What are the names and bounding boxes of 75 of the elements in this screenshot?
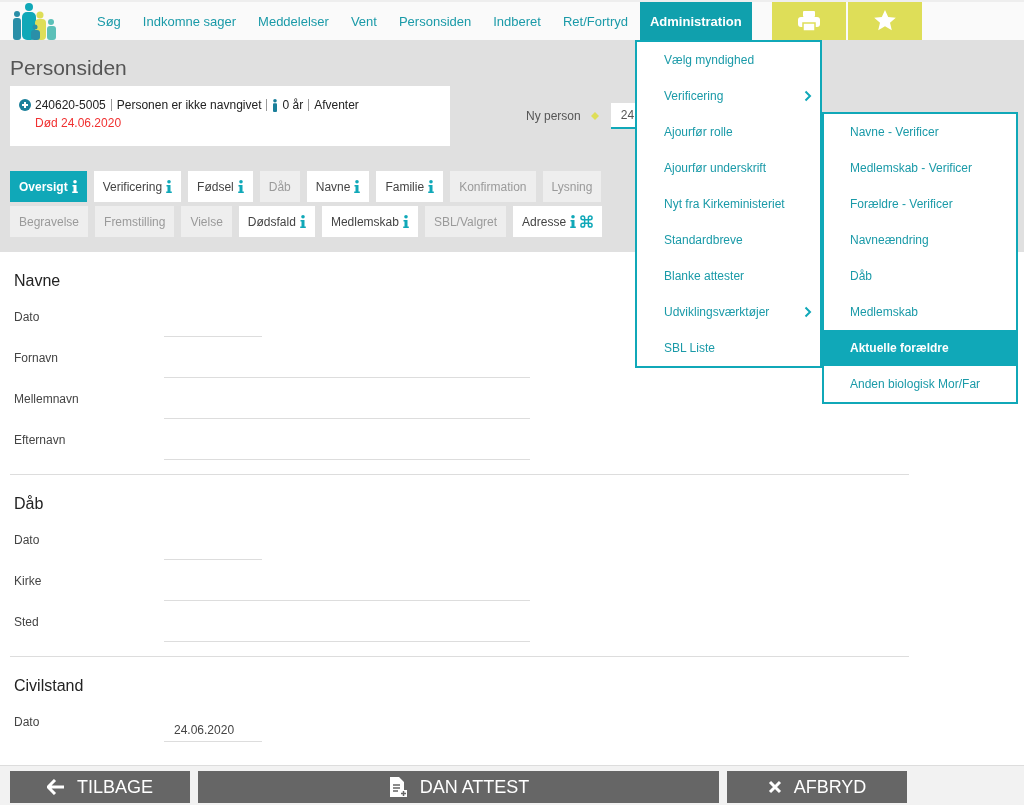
section-title: Civilstand xyxy=(14,677,84,695)
tab[interactable]: Adresse xyxy=(513,206,603,237)
page-title: Personsiden xyxy=(10,56,127,81)
nav-item[interactable]: Vent xyxy=(339,2,388,40)
info-icon xyxy=(428,180,435,193)
document-button[interactable]: DAN ATTEST xyxy=(198,771,719,803)
menu-item[interactable]: Standardbreve xyxy=(637,222,820,258)
nav-item[interactable]: Personsiden xyxy=(387,2,483,40)
submenu-item[interactable]: Aktuelle forældre xyxy=(824,330,1016,366)
field-label: Kirke xyxy=(13,573,43,588)
command-icon xyxy=(580,215,594,228)
submenu-item[interactable]: Dåb xyxy=(824,258,1016,294)
diamond-icon xyxy=(590,112,599,120)
nav-item[interactable]: Indberet xyxy=(482,2,552,40)
menu-item[interactable]: Verificering xyxy=(637,78,820,114)
document-plus-icon xyxy=(387,776,408,798)
tab[interactable]: Dødsfald xyxy=(238,206,315,237)
menu-item[interactable]: Udviklingsværktøjer xyxy=(637,294,820,330)
expand-icon[interactable] xyxy=(19,99,31,111)
menu-item[interactable]: Blanke attester xyxy=(637,258,820,294)
person-name: Personen er ikke navngivet xyxy=(116,98,262,112)
info-icon xyxy=(299,215,306,228)
nav-item[interactable]: Indkomne sager xyxy=(131,2,248,40)
chevron-right-icon xyxy=(804,306,812,318)
death-date: Død 24.06.2020 xyxy=(35,116,123,130)
nav-item[interactable]: Ret/Fortryd xyxy=(551,2,639,40)
info-icon xyxy=(354,180,361,193)
tab[interactable]: Verificering xyxy=(93,171,182,202)
print-button[interactable] xyxy=(771,2,846,40)
cpr-number: 240620-5005 xyxy=(35,98,106,112)
section-title: Dåb xyxy=(14,495,44,513)
submenu-item[interactable]: Forældre - Verificer xyxy=(824,186,1016,222)
favorite-button[interactable] xyxy=(847,2,922,40)
info-icon xyxy=(570,215,577,228)
tab[interactable]: Familie xyxy=(376,171,444,202)
info-icon xyxy=(237,180,244,193)
field-label: Efternavn xyxy=(13,432,67,447)
info-icon xyxy=(166,180,173,193)
nav-item[interactable]: Meddelelser xyxy=(247,2,340,40)
submenu-item[interactable]: Navneændring xyxy=(824,222,1016,258)
field-value: 24.06.2020 xyxy=(173,723,235,739)
person-icon xyxy=(272,98,279,112)
tab[interactable]: Navne xyxy=(306,171,370,202)
field-label: Sted xyxy=(13,614,40,629)
menu-item[interactable]: Ajourfør underskrift xyxy=(637,150,820,186)
cancel-button[interactable]: AFBRYD xyxy=(727,771,907,803)
tab[interactable]: Fødsel xyxy=(188,171,253,202)
menu-item[interactable]: Vælg myndighed xyxy=(637,42,820,78)
submenu-item[interactable]: Medlemskab - Verificer xyxy=(824,150,1016,186)
nav-item[interactable]: Administration xyxy=(639,2,752,40)
person-status: Afventer xyxy=(314,98,359,112)
new-person-label: Ny person xyxy=(526,109,581,123)
submenu-item[interactable]: Medlemskab xyxy=(824,294,1016,330)
info-icon xyxy=(71,180,78,193)
back-button[interactable]: TILBAGE xyxy=(10,771,190,803)
info-icon xyxy=(402,215,409,228)
chevron-right-icon xyxy=(804,90,812,102)
person-age: 0 år xyxy=(282,98,304,112)
tab[interactable]: Oversigt xyxy=(10,171,87,202)
close-icon xyxy=(767,780,782,794)
nav-item[interactable]: Søg xyxy=(86,2,132,40)
menu-item[interactable]: Ajourfør rolle xyxy=(637,114,820,150)
arrow-left-icon xyxy=(47,779,65,795)
tab[interactable]: Medlemskab xyxy=(321,206,418,237)
printer-icon xyxy=(796,10,821,32)
submenu-item[interactable]: Navne - Verificer xyxy=(824,114,1016,150)
field-label: Dato xyxy=(13,309,41,324)
menu-item[interactable]: SBL Liste xyxy=(637,330,820,366)
field-label: Fornavn xyxy=(13,350,60,365)
section-title: Navne xyxy=(14,272,61,290)
menu-item[interactable]: Nyt fra Kirkeministeriet xyxy=(637,186,820,222)
field-label: Mellemnavn xyxy=(13,391,80,406)
submenu-item[interactable]: Anden biologisk Mor/Far xyxy=(824,366,1016,402)
field-label: Dato xyxy=(13,532,41,547)
field-label: Dato xyxy=(13,714,41,729)
